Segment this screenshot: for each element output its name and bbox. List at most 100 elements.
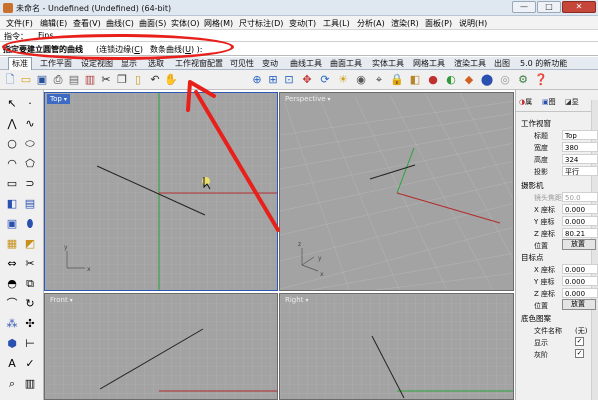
- camera-z-field[interactable]: 80.21: [562, 228, 598, 238]
- menu-view[interactable]: 查看(V): [73, 18, 101, 29]
- point-tool-icon[interactable]: ·: [22, 96, 38, 112]
- rectangle-icon[interactable]: ▭: [4, 176, 20, 192]
- print-icon[interactable]: ⎙: [51, 73, 65, 87]
- array-icon[interactable]: ⁂: [4, 316, 20, 332]
- grayscale-checkbox[interactable]: ✓: [575, 349, 584, 358]
- tab-display[interactable]: 显示: [118, 58, 140, 69]
- title-field[interactable]: Top: [562, 130, 598, 140]
- rotate-view-icon[interactable]: ⟳: [318, 73, 332, 87]
- help-icon[interactable]: ❓: [534, 73, 548, 87]
- minimize-button[interactable]: —: [512, 1, 536, 13]
- properties-icon[interactable]: ▥: [83, 73, 97, 87]
- zoom-window-icon[interactable]: ⊞: [266, 73, 280, 87]
- tab-transform[interactable]: 变动: [259, 58, 281, 69]
- gear-icon[interactable]: ⚙: [516, 73, 530, 87]
- show-checkbox[interactable]: ✓: [575, 337, 584, 346]
- group-icon[interactable]: ▥: [22, 376, 38, 392]
- pipe-icon[interactable]: ◩: [22, 236, 38, 252]
- undo-icon[interactable]: ↶: [148, 73, 162, 87]
- target-place-button[interactable]: 放置: [562, 299, 596, 310]
- ellipse-icon[interactable]: ⬭: [22, 136, 38, 152]
- cut-icon[interactable]: ✂: [99, 73, 113, 87]
- menu-dimension[interactable]: 尺寸标注(D): [239, 18, 283, 29]
- viewport-right[interactable]: Right ▾: [279, 293, 514, 400]
- tab-curve-tools[interactable]: 曲线工具: [287, 58, 325, 69]
- solid-icon[interactable]: ⬢: [4, 336, 20, 352]
- circle-icon[interactable]: ○: [4, 136, 20, 152]
- surface-icon[interactable]: ◧: [4, 196, 20, 212]
- select-arrow-icon[interactable]: ↖: [4, 96, 20, 112]
- tab-mesh-tools[interactable]: 网格工具: [410, 58, 448, 69]
- join-icon[interactable]: ⧉: [22, 276, 38, 292]
- import-icon[interactable]: ▤: [67, 73, 81, 87]
- menu-analyze[interactable]: 分析(A): [357, 18, 385, 29]
- camera-y-field[interactable]: 0.000: [562, 216, 598, 226]
- tab-cplane[interactable]: 工作平面: [37, 58, 75, 69]
- polyline-icon[interactable]: ⋀: [4, 116, 20, 132]
- menu-file[interactable]: 文件(F): [6, 18, 33, 29]
- multiple-curves-option[interactable]: 数条曲线(U) ):: [150, 44, 202, 55]
- tab-set-view[interactable]: 设定视图: [78, 58, 116, 69]
- tab-solid-tools[interactable]: 实体工具: [369, 58, 407, 69]
- viewport-front[interactable]: Front ▾: [44, 293, 278, 400]
- check-icon[interactable]: ✓: [22, 356, 38, 372]
- menu-surface[interactable]: 曲面(S): [139, 18, 166, 29]
- analyze-icon[interactable]: ⌕: [4, 376, 20, 392]
- bend-icon[interactable]: ⌒: [4, 296, 20, 312]
- dimension-icon[interactable]: ⊢: [22, 336, 38, 352]
- color-icon[interactable]: ◐: [444, 73, 458, 87]
- target-y-field[interactable]: 0.000: [562, 276, 598, 286]
- chain-edges-option[interactable]: (连锁边缘(C): [96, 44, 143, 55]
- width-field[interactable]: 380: [562, 142, 598, 152]
- zoom-extents-icon[interactable]: ⊡: [282, 73, 296, 87]
- target-x-field[interactable]: 0.000: [562, 264, 598, 274]
- viewport-top-label[interactable]: Top ▾: [47, 94, 70, 104]
- viewport-perspective-label[interactable]: Perspective ▾: [282, 94, 334, 104]
- camera-x-field[interactable]: 0.000: [562, 204, 598, 214]
- projection-field[interactable]: 平行: [562, 166, 598, 176]
- tab-standard[interactable]: 标准: [8, 57, 32, 70]
- copy-icon[interactable]: ❐: [115, 73, 129, 87]
- target-z-field[interactable]: 0.000: [562, 288, 598, 298]
- tab-surface-tools[interactable]: 曲面工具: [327, 58, 365, 69]
- viewport-top[interactable]: x y Top ▾: [44, 92, 278, 291]
- tab-new-in-v5[interactable]: 5.0 的新功能: [517, 58, 570, 69]
- curve-icon[interactable]: ∿: [22, 116, 38, 132]
- menu-curve[interactable]: 曲线(C): [106, 18, 134, 29]
- menu-transform[interactable]: 变动(T): [289, 18, 316, 29]
- point-icon[interactable]: ●: [426, 73, 440, 87]
- tab-select[interactable]: 选取: [145, 58, 167, 69]
- height-field[interactable]: 324: [562, 154, 598, 164]
- menu-mesh[interactable]: 网格(M): [204, 18, 233, 29]
- paste-icon[interactable]: ▯: [131, 73, 145, 87]
- panel-tab-layers[interactable]: ▣图: [542, 97, 556, 107]
- box-icon[interactable]: ▣: [4, 216, 20, 232]
- menu-solid[interactable]: 实体(O): [171, 18, 200, 29]
- trim-icon[interactable]: ✂: [22, 256, 38, 272]
- menu-render[interactable]: 渲染(R): [391, 18, 419, 29]
- menu-edit[interactable]: 编辑(E): [40, 18, 67, 29]
- tab-layout[interactable]: 出图: [491, 58, 513, 69]
- zoom-icon[interactable]: ⊕: [250, 73, 264, 87]
- pan-hand-icon[interactable]: ✋: [164, 73, 178, 87]
- filename-value[interactable]: (无): [575, 326, 587, 336]
- layer-icon[interactable]: ◧: [408, 73, 422, 87]
- fillet-icon[interactable]: ◓: [4, 276, 20, 292]
- viewport-right-label[interactable]: Right ▾: [282, 295, 311, 305]
- open-folder-icon[interactable]: ▭: [19, 73, 33, 87]
- close-button[interactable]: ✕: [562, 1, 596, 13]
- text-icon[interactable]: A: [4, 356, 20, 372]
- menu-panels[interactable]: 面板(P): [425, 18, 452, 29]
- save-icon[interactable]: ▣: [35, 73, 49, 87]
- lock-icon[interactable]: 🔒: [390, 73, 404, 87]
- offset-curve-icon[interactable]: ⊃: [22, 176, 38, 192]
- panel-tab-display[interactable]: ◪显: [565, 97, 579, 107]
- zoom-selected-icon[interactable]: ⌖: [372, 73, 386, 87]
- cylinder-icon[interactable]: ⬮: [22, 216, 38, 232]
- material-icon[interactable]: ◎: [498, 73, 512, 87]
- tab-visibility[interactable]: 可见性: [227, 58, 257, 69]
- cplane-icon[interactable]: ✥: [300, 73, 314, 87]
- sphere-icon[interactable]: ⬤: [480, 73, 494, 87]
- tab-render-tools[interactable]: 渲染工具: [451, 58, 489, 69]
- viewport-front-label[interactable]: Front ▾: [47, 295, 76, 305]
